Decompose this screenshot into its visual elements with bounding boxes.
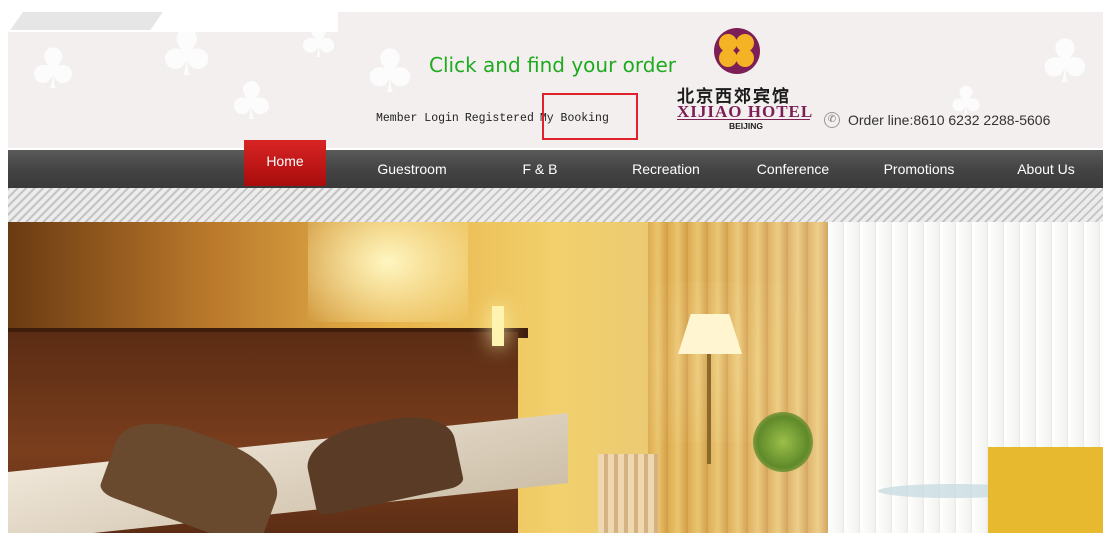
- nav-item-guestroom[interactable]: Guestroom: [360, 150, 464, 188]
- registered-link[interactable]: Registered: [465, 112, 534, 125]
- logo-city: BEIJING: [729, 121, 764, 131]
- annotation-callout: Click and find your order: [429, 53, 676, 77]
- nav-item-promotions[interactable]: Promotions: [864, 150, 974, 188]
- nav-item-about-us[interactable]: About Us: [1000, 150, 1092, 188]
- phone-icon: ✆: [824, 112, 840, 128]
- clover-decoration-icon: ♣: [1038, 27, 1092, 97]
- logo-divider: [677, 119, 810, 120]
- clover-decoration-icon: ♣: [28, 37, 79, 102]
- stripe-band: [8, 188, 1103, 222]
- order-line: Order line:8610 6232 2288-5606: [848, 112, 1051, 128]
- clover-decoration-icon: ♣: [298, 14, 340, 68]
- nav-item-home[interactable]: Home: [244, 140, 326, 182]
- nav-item-fb[interactable]: F & B: [505, 150, 575, 188]
- highlight-box: [542, 93, 638, 140]
- nav-item-recreation[interactable]: Recreation: [617, 150, 715, 188]
- clover-decoration-icon: ♣: [363, 37, 417, 107]
- hero-image: [8, 222, 1103, 533]
- clover-logo-icon[interactable]: [714, 28, 760, 74]
- clover-decoration-icon: ♣: [158, 17, 216, 91]
- nav-item-conference[interactable]: Conference: [740, 150, 846, 188]
- clover-decoration-icon: ♣: [228, 72, 275, 132]
- member-login-link[interactable]: Member Login: [376, 112, 459, 125]
